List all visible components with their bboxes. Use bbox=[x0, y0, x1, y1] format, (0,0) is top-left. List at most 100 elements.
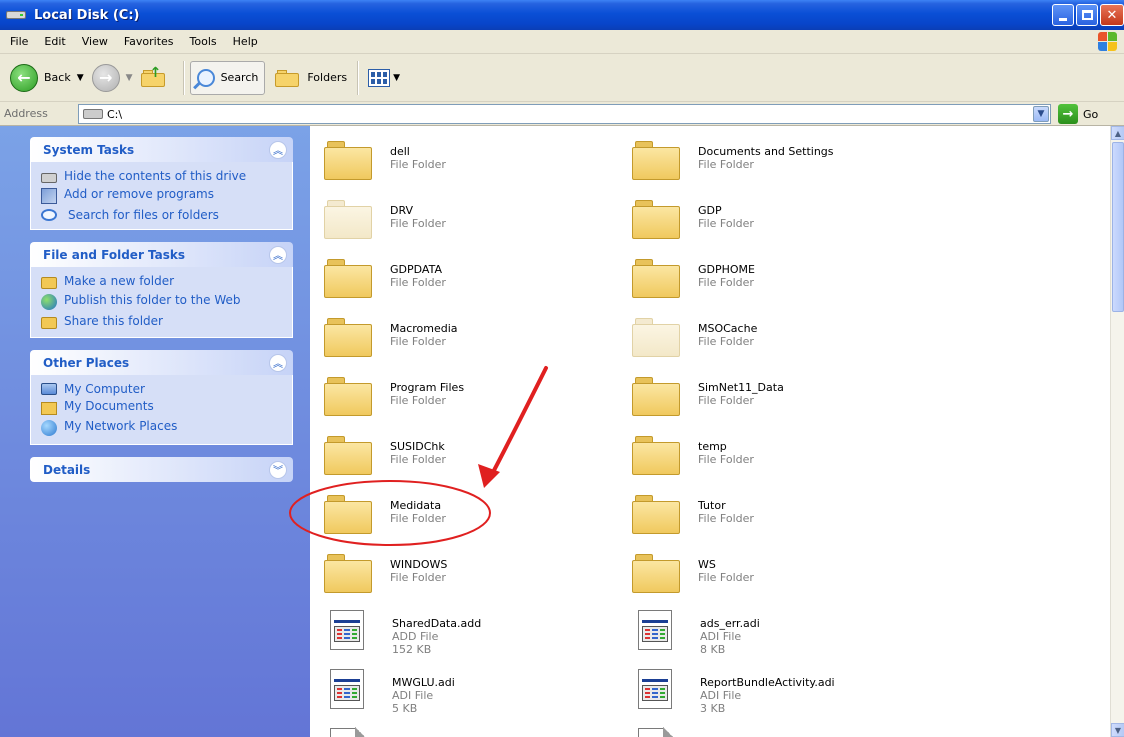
folder-item[interactable]: MSOCache File Folder bbox=[632, 315, 932, 357]
address-dropdown-icon[interactable]: ▼ bbox=[1033, 106, 1049, 122]
expand-icon[interactable]: ︾ bbox=[269, 460, 287, 479]
task-make-new-folder[interactable]: Make a new folder bbox=[41, 275, 286, 289]
folders-icon bbox=[275, 69, 301, 87]
folder-item[interactable]: Program Files File Folder bbox=[324, 374, 624, 416]
file-name: SimNet11_Data bbox=[698, 381, 784, 394]
file-type: File Folder bbox=[390, 512, 446, 525]
file-size: 152 KB bbox=[392, 643, 432, 656]
file-type: File Folder bbox=[698, 158, 754, 171]
file-icon bbox=[330, 669, 366, 709]
menu-file[interactable]: File bbox=[0, 35, 36, 48]
file-item[interactable]: ReportSmartParam.adi bbox=[324, 727, 624, 737]
views-dropdown-icon[interactable]: ▼ bbox=[393, 73, 400, 83]
task-label: Search for files or folders bbox=[68, 208, 219, 222]
address-field[interactable]: C:\ ▼ bbox=[78, 104, 1051, 124]
place-my-network-places[interactable]: My Network Places bbox=[41, 420, 286, 436]
file-name: DRV bbox=[390, 204, 414, 217]
file-size: 3 KB bbox=[700, 702, 726, 715]
vertical-scrollbar[interactable]: ▲ ▼ bbox=[1110, 126, 1124, 737]
folder-item[interactable]: Macromedia File Folder bbox=[324, 315, 624, 357]
collapse-icon[interactable]: ︽ bbox=[269, 353, 287, 372]
panel-title: System Tasks bbox=[43, 142, 135, 157]
views-button[interactable]: ▼ bbox=[364, 60, 404, 96]
place-my-computer[interactable]: My Computer bbox=[41, 383, 286, 395]
file-name: GDPHOME bbox=[698, 263, 755, 276]
go-button[interactable]: → Go bbox=[1058, 104, 1098, 124]
file-folder-tasks-panel: File and Folder Tasks ︽ Make a new folde… bbox=[30, 242, 293, 338]
back-dropdown-icon[interactable]: ▼ bbox=[77, 73, 84, 83]
collapse-icon[interactable]: ︽ bbox=[269, 245, 287, 264]
scroll-thumb[interactable] bbox=[1112, 142, 1124, 312]
folder-item[interactable]: Tutor File Folder bbox=[632, 492, 932, 534]
file-name: MWGLU.adi bbox=[392, 676, 455, 689]
file-type: ADI File bbox=[700, 630, 742, 643]
file-icon bbox=[638, 610, 674, 650]
search-button[interactable]: Search bbox=[189, 60, 266, 95]
file-folder-tasks-header[interactable]: File and Folder Tasks ︽ bbox=[30, 242, 293, 267]
menu-tools[interactable]: Tools bbox=[182, 35, 225, 48]
place-my-documents[interactable]: My Documents bbox=[41, 400, 286, 415]
file-type: ADD File bbox=[392, 630, 439, 643]
other-places-header[interactable]: Other Places ︽ bbox=[30, 350, 293, 375]
file-type: ADI File bbox=[392, 689, 434, 702]
scroll-down-icon[interactable]: ▼ bbox=[1111, 723, 1124, 737]
folder-item[interactable]: DRV File Folder bbox=[324, 197, 624, 239]
drive-icon bbox=[41, 173, 57, 183]
folder-icon bbox=[324, 492, 372, 534]
scroll-up-icon[interactable]: ▲ bbox=[1111, 126, 1124, 140]
folder-item[interactable]: SimNet11_Data File Folder bbox=[632, 374, 932, 416]
file-type: File Folder bbox=[390, 571, 446, 584]
menu-favorites[interactable]: Favorites bbox=[116, 35, 182, 48]
folder-item[interactable]: SUSIDChk File Folder bbox=[324, 433, 624, 475]
folder-item[interactable]: GDPDATA File Folder bbox=[324, 256, 624, 298]
file-type: File Folder bbox=[390, 276, 446, 289]
folder-item[interactable]: GDP File Folder bbox=[632, 197, 932, 239]
folder-icon bbox=[324, 197, 372, 239]
collapse-icon[interactable]: ︽ bbox=[269, 140, 287, 159]
forward-dropdown-icon[interactable]: ▼ bbox=[126, 73, 133, 83]
menu-help[interactable]: Help bbox=[225, 35, 266, 48]
folder-item[interactable]: dell File Folder bbox=[324, 138, 624, 180]
folder-item[interactable]: WINDOWS File Folder bbox=[324, 551, 624, 593]
forward-button[interactable]: → ▼ bbox=[88, 60, 137, 96]
file-name: ads_err.adi bbox=[700, 617, 760, 630]
file-type: ADI File bbox=[700, 689, 742, 702]
menu-bar: File Edit View Favorites Tools Help bbox=[0, 30, 1124, 54]
file-item[interactable]: ads_err.adi ADI File 8 KB bbox=[632, 610, 932, 656]
maximize-button[interactable] bbox=[1076, 4, 1098, 26]
back-button[interactable]: ← Back ▼ bbox=[6, 60, 88, 96]
go-arrow-icon: → bbox=[1058, 104, 1078, 124]
up-folder-button[interactable]: ↑ bbox=[137, 60, 177, 96]
file-item[interactable]: SharedData.add ADD File 152 KB bbox=[324, 610, 624, 656]
system-tasks-header[interactable]: System Tasks ︽ bbox=[30, 137, 293, 162]
menu-view[interactable]: View bbox=[74, 35, 116, 48]
folder-item[interactable]: GDPHOME File Folder bbox=[632, 256, 932, 298]
folder-item[interactable]: Documents and Settings File Folder bbox=[632, 138, 932, 180]
file-item[interactable]: ReportBundleActivity.adi ADI File 3 KB bbox=[632, 669, 932, 715]
task-hide-contents[interactable]: Hide the contents of this drive bbox=[41, 170, 286, 183]
minimize-button[interactable] bbox=[1052, 4, 1074, 26]
panel-title: Other Places bbox=[43, 355, 130, 370]
menu-edit[interactable]: Edit bbox=[36, 35, 73, 48]
task-label: Publish this folder to the Web bbox=[64, 293, 241, 307]
details-header[interactable]: Details ︾ bbox=[30, 457, 293, 482]
folder-item[interactable]: temp File Folder bbox=[632, 433, 932, 475]
folder-icon bbox=[632, 315, 680, 357]
file-item[interactable]: MWGLU.adi ADI File 5 KB bbox=[324, 669, 624, 715]
close-button[interactable]: ✕ bbox=[1100, 4, 1124, 26]
windows-logo-icon bbox=[1098, 32, 1118, 52]
folder-item[interactable]: WS File Folder bbox=[632, 551, 932, 593]
task-search-files[interactable]: Search for files or folders bbox=[41, 209, 286, 221]
toolbar-separator bbox=[182, 60, 184, 95]
task-share-folder[interactable]: Share this folder bbox=[41, 315, 286, 329]
file-name: WINDOWS bbox=[390, 558, 448, 571]
back-arrow-icon: ← bbox=[10, 63, 38, 92]
folders-button[interactable]: Folders bbox=[271, 60, 351, 96]
folder-item[interactable]: Medidata File Folder bbox=[324, 492, 624, 534]
task-publish-web[interactable]: Publish this folder to the Web bbox=[41, 294, 286, 310]
file-type: File Folder bbox=[390, 453, 446, 466]
address-bar: Address C:\ ▼ → Go bbox=[0, 102, 1124, 126]
task-add-remove-programs[interactable]: Add or remove programs bbox=[41, 188, 286, 204]
file-name: Medidata bbox=[390, 499, 442, 512]
file-item[interactable]: ReportStorage.adi bbox=[632, 727, 932, 737]
